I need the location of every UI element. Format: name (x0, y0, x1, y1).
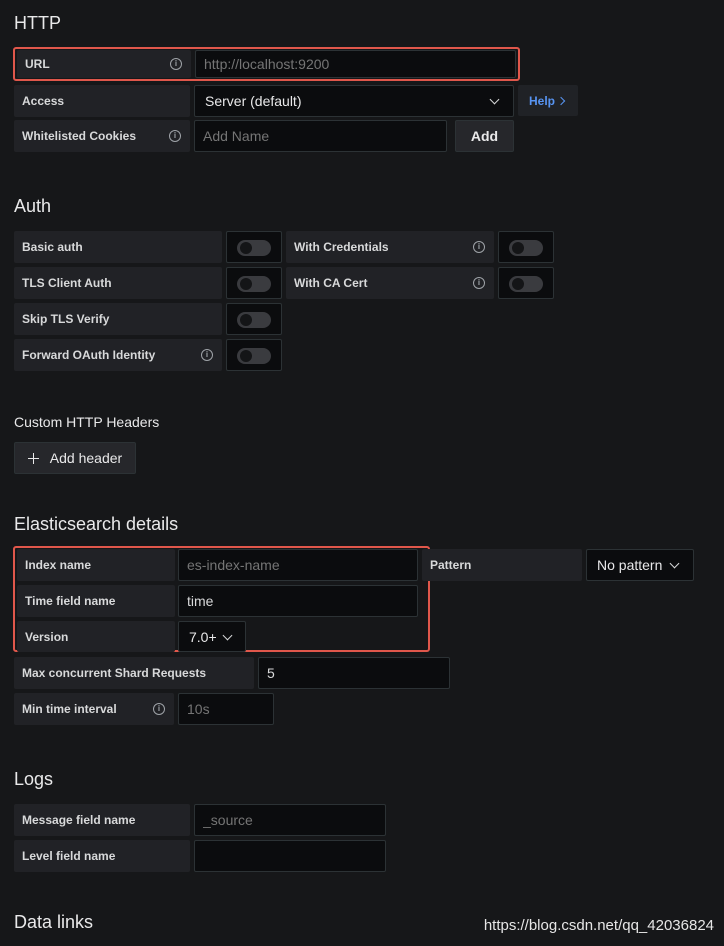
with-credentials-label: With Credentials i (286, 231, 494, 263)
add-cookie-button[interactable]: Add (455, 120, 514, 152)
tls-client-auth-label: TLS Client Auth (14, 267, 222, 299)
time-field-label: Time field name (17, 585, 175, 617)
help-button[interactable]: Help (518, 85, 578, 116)
skip-tls-verify-switch[interactable] (226, 303, 282, 335)
data-links-heading: Data links (14, 912, 94, 932)
toggle-knob (240, 314, 252, 326)
url-label: URL i (17, 50, 191, 78)
chevron-down-icon (489, 94, 500, 105)
info-icon[interactable]: i (170, 58, 182, 70)
auth-heading: Auth (14, 196, 52, 216)
access-select[interactable]: Server (default) (194, 85, 514, 117)
toggle-knob (240, 278, 252, 290)
pattern-select-value: No pattern (597, 557, 663, 573)
min-time-interval-label-text: Min time interval (22, 702, 117, 716)
toggle-knob (240, 350, 252, 362)
toggle-track (237, 312, 271, 328)
pattern-label: Pattern (422, 549, 582, 581)
toggle-knob (512, 242, 524, 254)
time-field-input[interactable]: time (178, 585, 418, 617)
help-button-label: Help (529, 93, 556, 108)
add-header-label: Add header (49, 450, 123, 466)
info-icon[interactable]: i (473, 277, 485, 289)
whitelisted-cookies-label: Whitelisted Cookies i (14, 120, 190, 152)
custom-headers-heading: Custom HTTP Headers (14, 414, 160, 430)
tls-client-auth-switch[interactable] (226, 267, 282, 299)
forward-oauth-switch[interactable] (226, 339, 282, 371)
pattern-select[interactable]: No pattern (586, 549, 694, 581)
version-label: Version (17, 621, 175, 652)
cookie-name-input[interactable] (194, 120, 447, 152)
info-icon[interactable]: i (473, 241, 485, 253)
logs-heading: Logs (14, 769, 54, 789)
toggle-track (237, 348, 271, 364)
min-time-interval-label: Min time interval i (14, 693, 174, 725)
with-ca-cert-label: With CA Cert i (286, 267, 494, 299)
toggle-track (509, 240, 543, 256)
whitelisted-cookies-label-text: Whitelisted Cookies (22, 129, 137, 143)
add-header-button[interactable]: Add header (14, 442, 136, 474)
watermark-text: https://blog.csdn.net/qq_42036824 (483, 917, 714, 934)
min-time-interval-input[interactable] (178, 693, 274, 725)
forward-oauth-label-text: Forward OAuth Identity (22, 348, 156, 362)
max-shard-requests-input[interactable]: 5 (258, 657, 450, 689)
index-name-input[interactable] (178, 549, 418, 581)
url-label-text: URL (25, 57, 50, 71)
version-select-value: 7.0+ (189, 628, 217, 645)
level-field-input[interactable] (194, 840, 386, 872)
skip-tls-verify-label: Skip TLS Verify (14, 303, 222, 335)
info-icon[interactable]: i (169, 130, 181, 142)
info-icon[interactable]: i (201, 349, 213, 361)
message-field-label: Message field name (14, 804, 190, 836)
with-ca-cert-label-text: With CA Cert (294, 276, 368, 290)
message-field-input[interactable] (194, 804, 386, 836)
with-credentials-label-text: With Credentials (294, 240, 389, 254)
toggle-knob (512, 278, 524, 290)
basic-auth-label: Basic auth (14, 231, 222, 263)
toggle-track (237, 240, 271, 256)
access-label: Access (14, 85, 190, 117)
forward-oauth-label: Forward OAuth Identity i (14, 339, 222, 371)
toggle-track (237, 276, 271, 292)
with-credentials-switch[interactable] (498, 231, 554, 263)
toggle-knob (240, 242, 252, 254)
chevron-down-icon (222, 630, 233, 640)
access-select-value: Server (default) (205, 93, 302, 109)
basic-auth-switch[interactable] (226, 231, 282, 263)
chevron-down-icon (669, 558, 680, 569)
with-ca-cert-switch[interactable] (498, 267, 554, 299)
max-shard-requests-label: Max concurrent Shard Requests (14, 657, 254, 689)
url-input[interactable] (195, 50, 516, 78)
index-name-label: Index name (17, 549, 175, 581)
http-heading: HTTP (14, 13, 61, 33)
version-select[interactable]: 7.0+ (178, 621, 246, 652)
level-field-label: Level field name (14, 840, 190, 872)
info-icon[interactable]: i (153, 703, 165, 715)
chevron-right-icon (556, 96, 566, 105)
plus-icon (27, 452, 39, 464)
elasticsearch-heading: Elasticsearch details (14, 514, 179, 534)
toggle-track (509, 276, 543, 292)
